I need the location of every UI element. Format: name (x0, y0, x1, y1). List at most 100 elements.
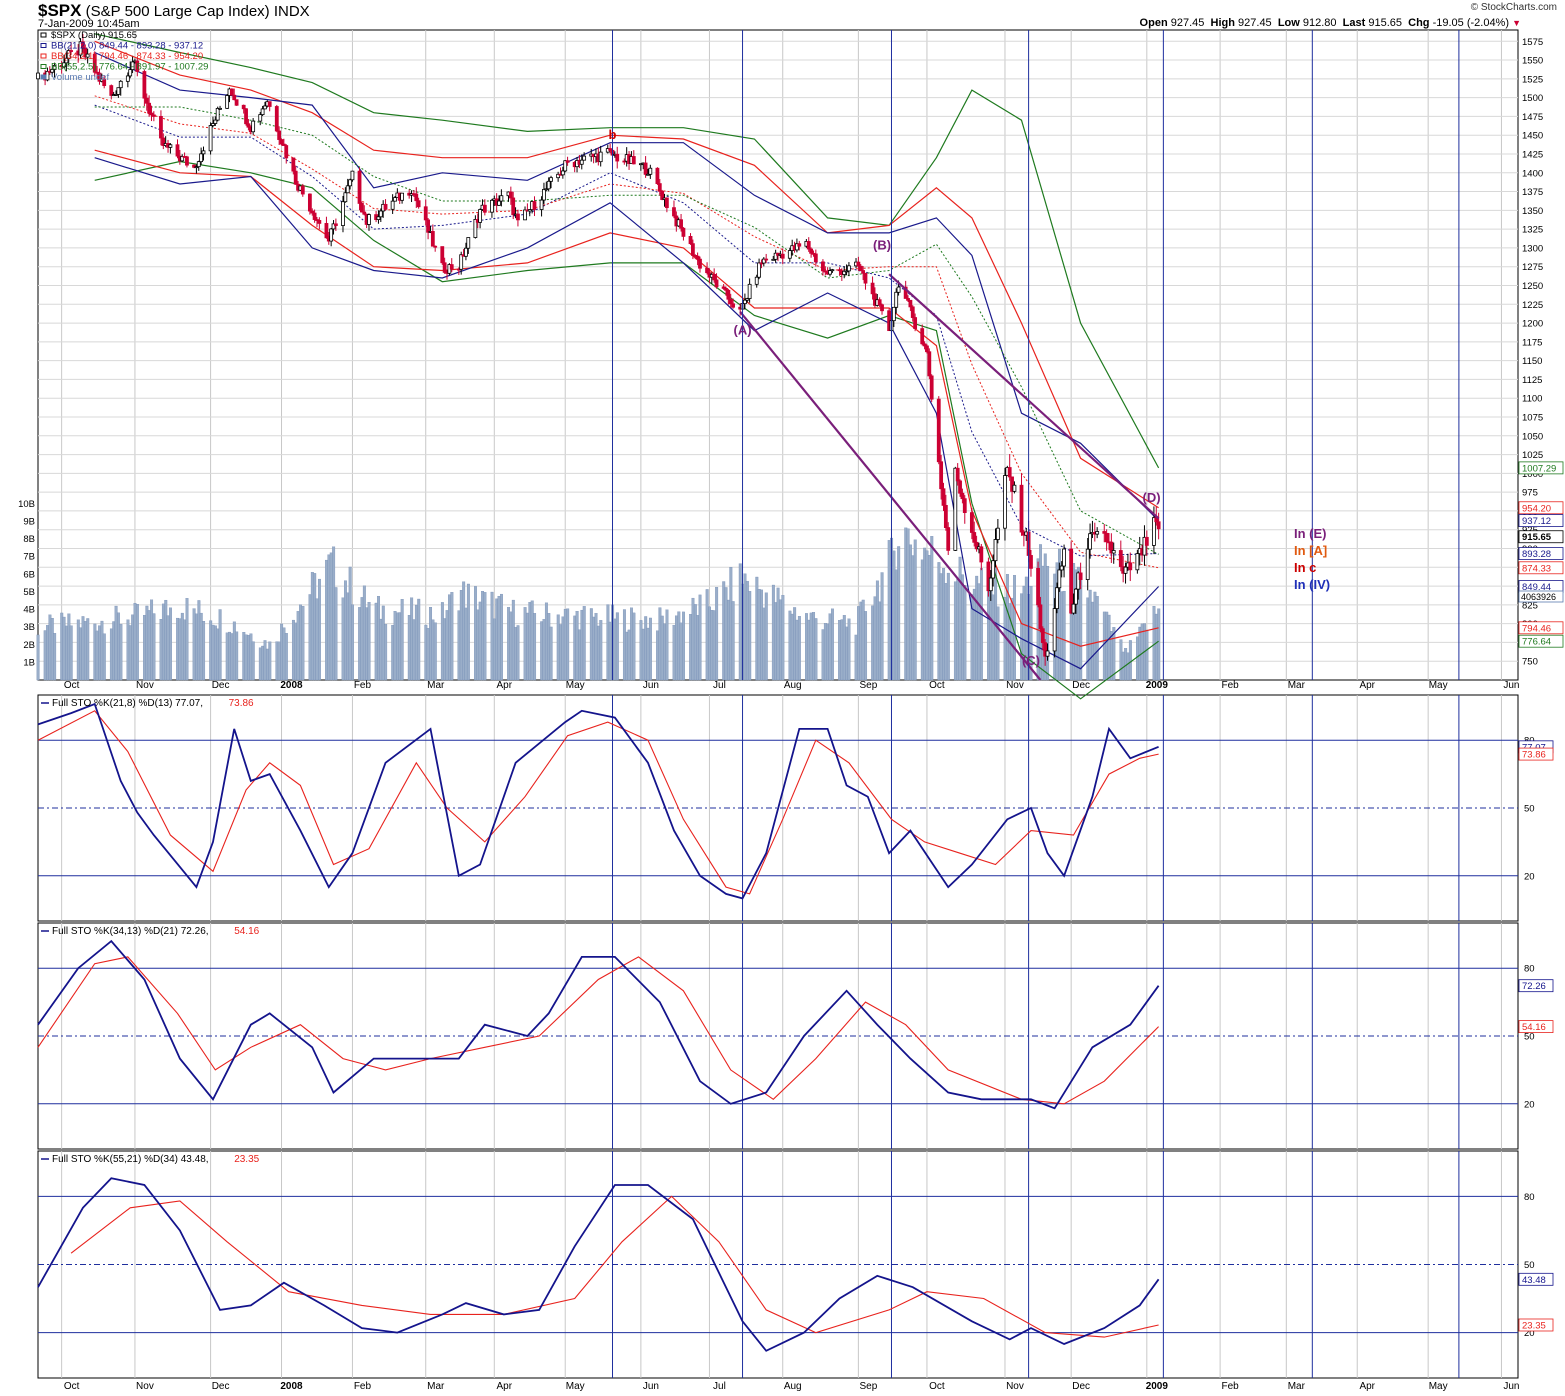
volume-bar (963, 585, 967, 681)
volume-bar (426, 628, 430, 681)
value-tag: 893.28 (1522, 549, 1551, 560)
sto-legend-k: Full STO %K(34,13) %D(21) 72.26, (52, 926, 209, 937)
x-tick-label: Oct (64, 1381, 80, 1392)
candle-body (1057, 569, 1062, 589)
candle-body (142, 71, 147, 99)
candle-body (414, 193, 419, 202)
volume-bar (265, 648, 269, 681)
volume-bar (625, 631, 629, 681)
volume-bar (708, 606, 711, 681)
legend-entry: BB(55,2.5) 776.64 - 891.97 - 1007.29 (51, 62, 208, 73)
y-tick-label: 1400 (1522, 168, 1543, 179)
candle-body (426, 219, 430, 233)
volume-bar (263, 640, 267, 681)
volume-bar (381, 605, 385, 681)
candle-body (1052, 608, 1057, 652)
volume-bar (956, 579, 960, 681)
volume-bar (722, 581, 726, 681)
volume-bar (663, 623, 667, 681)
candle-body (244, 108, 248, 125)
candle-body (307, 193, 312, 212)
x-tick-label: Mar (427, 1381, 445, 1392)
volume-bar (693, 604, 697, 681)
volume-bar (788, 610, 792, 681)
volume-bar (43, 630, 47, 681)
x-tick-label: Nov (1006, 680, 1024, 691)
volume-bar (698, 594, 702, 681)
volume-bar (481, 590, 485, 681)
volume-bar (544, 602, 548, 681)
x-tick-label: Dec (1072, 1381, 1090, 1392)
candle-body (858, 265, 863, 271)
volume-bar (540, 621, 544, 681)
volume-bar (379, 618, 383, 681)
candle-body (991, 560, 996, 579)
volume-bar (596, 625, 600, 681)
candle-body (979, 546, 984, 563)
candle-body (910, 306, 915, 318)
volume-bar (277, 641, 281, 681)
candle-body (196, 161, 201, 168)
candle-body (643, 162, 648, 175)
volume-bar (69, 625, 73, 681)
volume-bar (358, 607, 362, 681)
candle-body (1144, 536, 1149, 546)
stock-chart: Oct Oct Nov Nov Dec Dec 2008 2008 Feb Feb Mar Mar Ap… (18, 29, 1564, 1392)
x-tick-label: Nov (1006, 1381, 1024, 1392)
y-tick-label: 1550 (1522, 56, 1543, 67)
candle-body (400, 192, 404, 201)
volume-bar (838, 620, 842, 681)
volume-tick-label: 8B (23, 534, 35, 545)
candle-body (482, 204, 487, 213)
y-tick-label: 1275 (1522, 262, 1543, 273)
x-tick-label: May (1429, 1381, 1448, 1392)
y-tick-label: 1450 (1522, 131, 1543, 142)
candle-body (1123, 566, 1128, 574)
candle-body (870, 282, 875, 295)
candle-body (1135, 553, 1140, 571)
candle-body (809, 248, 813, 254)
volume-bar (315, 598, 319, 681)
candle-body (943, 504, 948, 528)
volume-bar (996, 606, 1000, 681)
volume-bar (1154, 613, 1158, 681)
volume-bar (771, 584, 775, 681)
candle-body (1036, 567, 1040, 606)
volume-bar (826, 623, 830, 681)
y-tick-label: 1300 (1522, 243, 1543, 254)
volume-bar (599, 620, 603, 681)
volume-bar (831, 608, 834, 681)
candle-body (274, 106, 279, 132)
candle-body (542, 188, 546, 201)
volume-bar (261, 645, 265, 681)
candle-body (260, 108, 265, 116)
volume-bar (805, 613, 808, 681)
candle-body (863, 272, 868, 284)
volume-bar (1102, 611, 1106, 681)
volume-bar (192, 608, 196, 681)
candle-body (317, 220, 322, 224)
volume-bar (228, 631, 232, 681)
volume-bar (1091, 601, 1094, 681)
volume-bar (497, 595, 501, 681)
volume-bar (606, 604, 610, 681)
candle-body (199, 153, 204, 163)
volume-bar (343, 580, 347, 681)
volume-bar (689, 614, 693, 681)
volume-bar (760, 589, 764, 681)
volume-bar (828, 613, 832, 681)
volume-bar (400, 599, 404, 681)
candle-body (891, 306, 896, 322)
candle-body (291, 157, 296, 172)
volume-bar (630, 607, 633, 681)
volume-bar (396, 612, 399, 681)
y-tick-label: 975 (1522, 488, 1538, 499)
volume-bar (809, 612, 813, 681)
sto-value-tag: 72.26 (1522, 981, 1546, 992)
volume-bar (1128, 640, 1132, 681)
candle-body (565, 160, 570, 163)
volume-bar (613, 618, 617, 681)
volume-bar (821, 629, 825, 681)
x-tick-label: Feb (1221, 1381, 1239, 1392)
volume-bar (329, 552, 333, 681)
